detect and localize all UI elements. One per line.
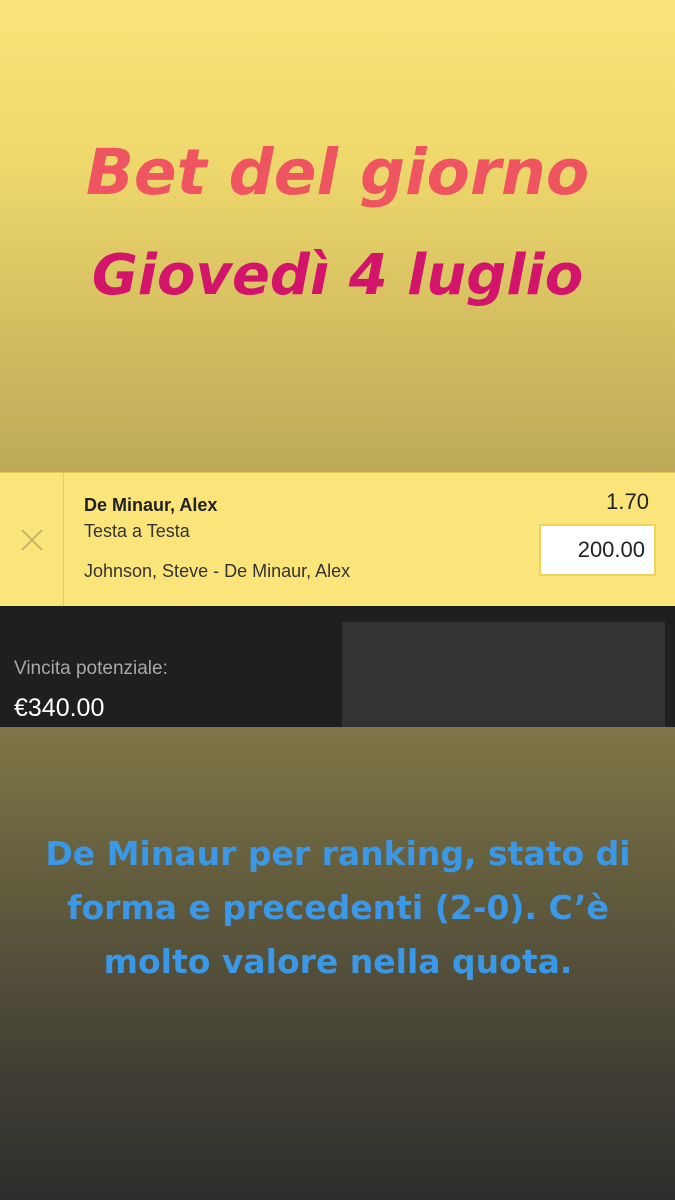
odds-value: 1.70 bbox=[606, 489, 649, 514]
market-name: Testa a Testa bbox=[84, 521, 190, 541]
close-icon bbox=[21, 529, 43, 551]
story-date: Giovedì 4 luglio bbox=[91, 243, 584, 308]
stake-input[interactable]: 200.00 bbox=[539, 524, 656, 576]
potential-win-bar: Vincita potenziale: €340.00 bbox=[0, 606, 675, 727]
potential-win-value: €340.00 bbox=[14, 694, 105, 722]
story-title: Bet del giorno bbox=[85, 136, 590, 209]
story-footer-background: De Minaur per ranking, stato di forma e … bbox=[0, 727, 675, 1200]
bet-slip-row: De Minaur, Alex Testa a Testa Johnson, S… bbox=[0, 472, 675, 606]
story-header-background: Bet del giorno Giovedì 4 luglio bbox=[0, 0, 675, 472]
story-caption: De Minaur per ranking, stato di forma e … bbox=[45, 834, 631, 981]
remove-selection-button[interactable] bbox=[0, 473, 64, 606]
selection-name: De Minaur, Alex bbox=[84, 495, 218, 515]
place-bet-panel[interactable] bbox=[342, 622, 665, 727]
potential-win-label: Vincita potenziale: bbox=[14, 658, 168, 679]
event-name: Johnson, Steve - De Minaur, Alex bbox=[84, 561, 351, 581]
